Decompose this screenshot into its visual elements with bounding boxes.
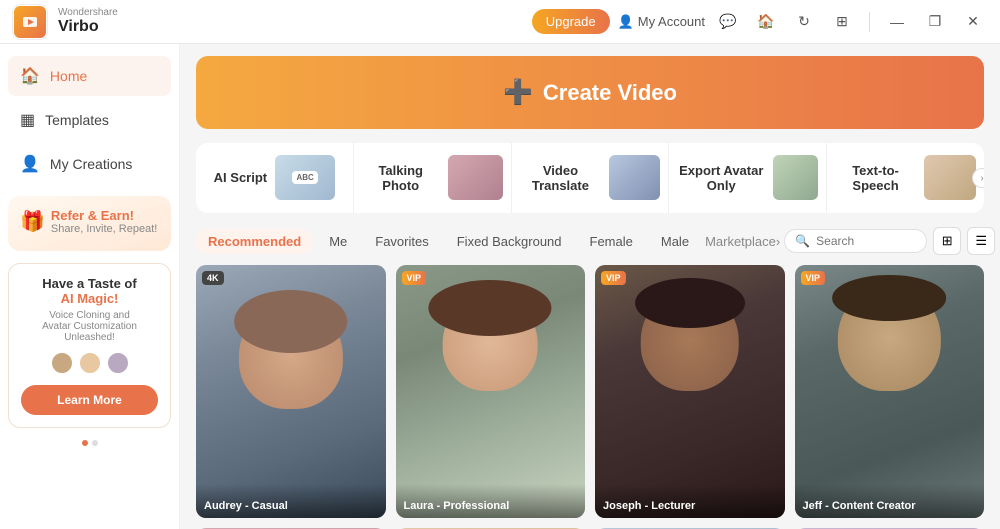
logo-icon	[20, 12, 40, 32]
dot	[92, 440, 98, 446]
feature-export-avatar[interactable]: Export Avatar Only	[669, 143, 827, 213]
avatar-img-laura	[396, 265, 586, 518]
creations-icon: 👤	[20, 154, 40, 174]
ai-script-thumb: ABC	[275, 155, 335, 200]
talking-photo-thumb	[448, 155, 503, 200]
account-button[interactable]: 👤 My Account	[618, 14, 705, 30]
create-video-icon: ➕	[503, 78, 533, 107]
home-icon: 🏠	[20, 66, 40, 86]
minimize-button[interactable]: —	[882, 7, 912, 37]
refer-title: Refer & Earn!	[51, 208, 157, 223]
avatar-badge-vip: VIP	[601, 271, 626, 285]
feature-export-inner: Export Avatar Only	[677, 155, 818, 200]
refer-earn-card: 🎁 Refer & Earn! Share, Invite, Repeat!	[8, 196, 171, 251]
avatar-card-jeff[interactable]: VIP Jeff - Content Creator	[795, 265, 985, 518]
export-avatar-thumb	[773, 155, 818, 200]
feature-row: AI Script ABC Talking Photo Vide	[196, 143, 984, 213]
filter-more[interactable]: Marketplace ›	[705, 234, 780, 249]
sidebar: 🏠 Home ▦ Templates 👤 My Creations 🎁 Refe…	[0, 44, 180, 529]
grid-view-btn[interactable]: ⊞	[933, 227, 961, 255]
gift-icon: 🎁	[20, 209, 45, 234]
feature-ai-script-inner: AI Script ABC	[204, 155, 345, 200]
feature-talking-photo[interactable]: Talking Photo	[354, 143, 512, 213]
avatar-name-jeff: Jeff - Content Creator	[795, 484, 985, 518]
create-video-button[interactable]: ➕ Create Video	[196, 56, 984, 129]
avatar-name-joseph: Joseph - Lecturer	[595, 484, 785, 518]
titlebar: Wondershare Virbo Upgrade 👤 My Account 💬…	[0, 0, 1000, 44]
filter-male[interactable]: Male	[649, 229, 701, 254]
filter-favorites[interactable]: Favorites	[363, 229, 440, 254]
feature-ai-script[interactable]: AI Script ABC	[196, 143, 354, 213]
app-name-label: Virbo	[58, 18, 118, 36]
page-dots	[8, 440, 171, 446]
avatar-card-joseph[interactable]: VIP Joseph - Lecturer	[595, 265, 785, 518]
sidebar-item-home[interactable]: 🏠 Home	[8, 56, 171, 96]
feature-video-translate[interactable]: Video Translate	[512, 143, 670, 213]
feature-text-to-speech[interactable]: Text-to-Speech	[827, 143, 984, 213]
refer-header: 🎁 Refer & Earn! Share, Invite, Repeat!	[20, 208, 159, 235]
avatar-img-joseph	[595, 265, 785, 518]
logo-inner	[14, 6, 46, 38]
sidebar-item-my-creations[interactable]: 👤 My Creations	[8, 144, 171, 184]
learn-more-button[interactable]: Learn More	[21, 385, 158, 415]
refer-sub: Share, Invite, Repeat!	[51, 223, 157, 235]
filter-recommended[interactable]: Recommended	[196, 229, 313, 254]
list-view-btn[interactable]: ☰	[967, 227, 995, 255]
mini-avatar	[50, 351, 74, 375]
search-box: 🔍	[784, 229, 927, 253]
avatar-card-audrey[interactable]: 4K Audrey - Casual	[196, 265, 386, 518]
ai-magic-avatars	[21, 351, 158, 375]
ai-magic-title: Have a Taste of AI Magic!	[21, 276, 158, 306]
dot-active	[82, 440, 88, 446]
refresh-icon-btn[interactable]: ↻	[789, 7, 819, 37]
video-translate-thumb	[609, 155, 660, 200]
avatar-card-laura[interactable]: VIP Laura - Professional	[396, 265, 586, 518]
grid-icon-btn[interactable]: ⊞	[827, 7, 857, 37]
search-input[interactable]	[816, 234, 916, 248]
avatar-name-audrey: Audrey - Casual	[196, 484, 386, 518]
app-name: Wondershare Virbo	[58, 7, 118, 36]
filter-female[interactable]: Female	[578, 229, 645, 254]
feature-talking-inner: Talking Photo	[362, 155, 503, 200]
main-layout: 🏠 Home ▦ Templates 👤 My Creations 🎁 Refe…	[0, 44, 1000, 529]
feature-tts-inner: Text-to-Speech	[835, 155, 976, 200]
mini-avatar	[106, 351, 130, 375]
chevron-icon: ›	[776, 234, 780, 249]
titlebar-controls: Upgrade 👤 My Account 💬 🏠 ↻ ⊞ — ❐ ✕	[532, 7, 988, 37]
templates-icon: ▦	[20, 110, 35, 130]
brand-name: Wondershare	[58, 7, 118, 18]
ai-magic-card: Have a Taste of AI Magic! Voice Cloning …	[8, 263, 171, 428]
filter-search: 🔍 ⊞ ☰	[784, 227, 995, 255]
avatar-badge-4k: 4K	[202, 271, 224, 285]
filter-row: Recommended Me Favorites Fixed Backgroun…	[196, 227, 984, 255]
restore-button[interactable]: ❐	[920, 7, 950, 37]
app-logo	[12, 4, 48, 40]
app-branding: Wondershare Virbo	[12, 4, 118, 40]
upgrade-button[interactable]: Upgrade	[532, 9, 610, 34]
search-icon: 🔍	[795, 234, 810, 248]
avatar-img-jeff	[795, 265, 985, 518]
feature-translate-inner: Video Translate	[520, 155, 661, 200]
avatar-badge-vip: VIP	[801, 271, 826, 285]
sidebar-item-templates[interactable]: ▦ Templates	[8, 100, 171, 140]
mini-avatar	[78, 351, 102, 375]
avatar-grid: 4K Audrey - Casual VIP Laura - Professio…	[196, 265, 984, 518]
avatar-badge-vip: VIP	[402, 271, 427, 285]
ai-magic-desc: Voice Cloning and Avatar Customization U…	[21, 310, 158, 343]
avatar-name-laura: Laura - Professional	[396, 484, 586, 518]
message-icon-btn[interactable]: 💬	[713, 7, 743, 37]
tts-thumb	[924, 155, 976, 200]
avatar-img-audrey	[196, 265, 386, 518]
content-area: ➕ Create Video AI Script ABC Talking Pho…	[180, 44, 1000, 529]
close-button[interactable]: ✕	[958, 7, 988, 37]
home-icon-btn[interactable]: 🏠	[751, 7, 781, 37]
filter-fixed-bg[interactable]: Fixed Background	[445, 229, 574, 254]
account-icon: 👤	[618, 14, 634, 30]
filter-me[interactable]: Me	[317, 229, 359, 254]
separator	[869, 12, 870, 32]
